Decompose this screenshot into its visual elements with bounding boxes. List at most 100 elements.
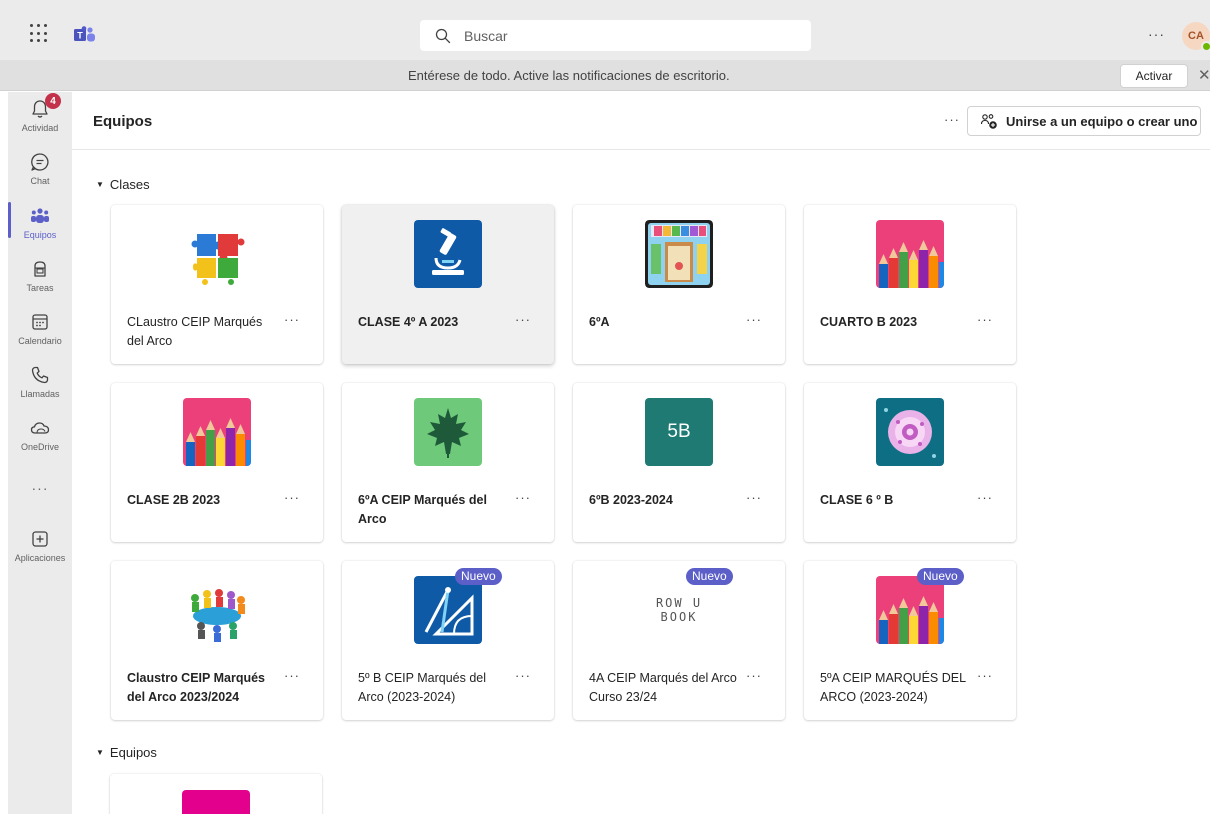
team-more-options-button[interactable]: ···	[284, 490, 300, 505]
section-title: Clases	[109, 177, 150, 192]
thumb-text-line: BOOK	[660, 610, 698, 624]
thumb-text-line: ROW U	[655, 596, 703, 610]
team-thumbnail	[876, 220, 944, 288]
svg-text:T: T	[77, 31, 83, 41]
team-thumbnail	[645, 220, 713, 288]
team-more-options-button[interactable]: ···	[746, 490, 762, 505]
team-card[interactable]: CLASE 6 º B ···	[804, 383, 1016, 542]
team-thumbnail	[414, 576, 482, 644]
meeting-table-image	[183, 576, 251, 644]
colored-pencils-image	[183, 398, 251, 466]
team-card[interactable]: Claustro CEIP Marqués del Arco 2023/2024…	[111, 561, 323, 720]
more-apps-button[interactable]: ···	[8, 480, 72, 496]
app-launcher-icon[interactable]	[30, 24, 50, 44]
rail-item-chat[interactable]: Chat	[8, 145, 72, 195]
team-name: CLASE 2B 2023	[127, 493, 221, 507]
team-more-options-button[interactable]: ···	[515, 668, 531, 683]
team-name: 5º B CEIP Marqués del Arco (2023-2024)	[358, 671, 487, 704]
team-more-options-button[interactable]: ···	[977, 490, 993, 505]
page-header: Equipos ··· Unirse a un equipo o crear u…	[72, 92, 1210, 150]
team-card[interactable]: CUARTO B 2023 ···	[804, 205, 1016, 364]
close-icon[interactable]: ✕	[1198, 66, 1210, 84]
teams-icon	[31, 208, 49, 223]
rail-item-onedrive[interactable]: OneDrive	[8, 411, 72, 461]
new-team-badge: Nuevo	[455, 568, 502, 585]
colored-pencils-image	[876, 576, 944, 644]
team-more-options-button[interactable]: ···	[746, 668, 762, 683]
team-more-options-button[interactable]: ···	[977, 312, 993, 327]
team-card[interactable]: Nuevo 5º B CEIP Marqués del Arco (2023-2…	[342, 561, 554, 720]
section-classes-toggle[interactable]: ▼ Clases	[96, 177, 150, 192]
cell-image	[876, 398, 944, 466]
settings-more-button[interactable]: ···	[1148, 26, 1165, 42]
rail-item-label: Tareas	[26, 283, 54, 293]
team-name: CLaustro CEIP Marqués del Arco	[127, 315, 263, 348]
team-name: 6ºA	[589, 315, 610, 329]
caret-down-icon: ▼	[96, 748, 104, 757]
team-thumbnail: ROW U BOOK	[645, 576, 713, 644]
team-thumbnail: 5B	[645, 398, 713, 466]
team-thumbnail	[876, 576, 944, 644]
notification-banner: Entérese de todo. Active las notificacio…	[0, 60, 1210, 91]
team-name: 4A CEIP Marqués del Arco Curso 23/24	[589, 671, 737, 704]
team-thumbnail	[183, 220, 251, 288]
team-card[interactable]	[110, 774, 322, 814]
team-thumbnail	[183, 576, 251, 644]
team-more-options-button[interactable]: ···	[746, 312, 762, 327]
microscope-image	[414, 220, 482, 288]
team-more-options-button[interactable]: ···	[515, 490, 531, 505]
rail-item-activity[interactable]: 4 Actividad	[8, 92, 72, 142]
rail-item-teams[interactable]: Equipos	[8, 199, 72, 249]
team-more-options-button[interactable]: ···	[284, 668, 300, 683]
team-name: 5ºA CEIP MARQUÉS DEL ARCO (2023-2024)	[820, 671, 966, 704]
rail-item-calls[interactable]: Llamadas	[8, 358, 72, 408]
search-box[interactable]	[420, 20, 811, 51]
team-name: CLASE 6 º B	[820, 493, 894, 507]
team-card[interactable]: CLASE 4º A 2023 ···	[342, 205, 554, 364]
team-card[interactable]: 5B 6ºB 2023-2024 ···	[573, 383, 785, 542]
presence-available-icon	[1201, 41, 1210, 52]
main-content: Equipos ··· Unirse a un equipo o crear u…	[72, 92, 1210, 814]
team-card[interactable]: 6ºA ···	[573, 205, 785, 364]
team-card[interactable]: ROW U BOOK Nuevo 4A CEIP Marqués del Arc…	[573, 561, 785, 720]
activity-count-badge: 4	[45, 93, 61, 109]
rail-item-label: Equipos	[23, 230, 57, 240]
rail-item-assignments[interactable]: Tareas	[8, 252, 72, 302]
team-more-options-button[interactable]: ···	[284, 312, 300, 327]
team-card[interactable]: 6ºA CEIP Marqués del Arco ···	[342, 383, 554, 542]
team-name: CUARTO B 2023	[820, 315, 918, 329]
phone-icon	[31, 366, 49, 384]
join-or-create-team-button[interactable]: Unirse a un equipo o crear uno	[967, 106, 1201, 136]
rail-item-apps[interactable]: Aplicaciones	[8, 522, 72, 572]
team-more-options-button[interactable]: ···	[977, 668, 993, 683]
team-more-options-button[interactable]: ···	[515, 312, 531, 327]
rail-item-label: Chat	[30, 176, 50, 186]
chat-icon	[31, 153, 49, 171]
team-card[interactable]: Nuevo 5ºA CEIP MARQUÉS DEL ARCO (2023-20…	[804, 561, 1016, 720]
user-avatar[interactable]: CA	[1182, 22, 1210, 52]
team-card[interactable]: CLaustro CEIP Marqués del Arco ···	[111, 205, 323, 364]
app-bar: 4 Actividad Chat Equipos Tareas Calendar…	[8, 92, 72, 814]
header-more-button[interactable]: ···	[944, 112, 960, 127]
page-title: Equipos	[93, 113, 153, 130]
title-bar: T ··· CA	[0, 0, 1210, 60]
join-team-label: Unirse a un equipo o crear uno	[1006, 113, 1198, 129]
rail-item-calendar[interactable]: Calendario	[8, 305, 72, 355]
calendar-icon	[32, 314, 48, 330]
search-input[interactable]	[464, 27, 784, 44]
team-initials: 5B	[667, 421, 691, 442]
team-thumbnail	[183, 398, 251, 466]
team-name: Claustro CEIP Marqués del Arco 2023/2024	[127, 671, 266, 704]
new-team-badge: Nuevo	[686, 568, 733, 585]
cloud-icon	[30, 422, 50, 434]
team-thumbnail	[182, 790, 250, 814]
team-card[interactable]: CLASE 2B 2023 ···	[111, 383, 323, 542]
section-teams-toggle[interactable]: ▼ Equipos	[96, 745, 157, 760]
rail-item-label: Aplicaciones	[14, 553, 66, 563]
section-title: Equipos	[109, 745, 157, 760]
team-thumbnail	[414, 398, 482, 466]
people-add-icon	[980, 114, 997, 129]
rail-item-label: Actividad	[21, 123, 59, 133]
puzzle-people-image	[183, 220, 251, 288]
activate-notifications-button[interactable]: Activar	[1120, 64, 1188, 88]
